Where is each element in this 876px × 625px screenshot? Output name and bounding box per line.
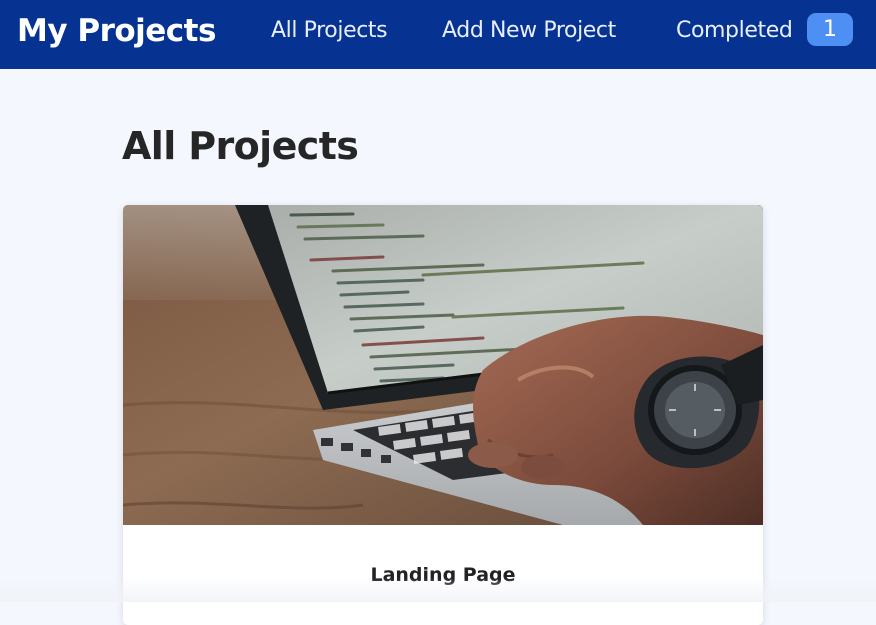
nav-all-projects[interactable]: All Projects — [271, 17, 388, 45]
nav-add-new-project[interactable]: Add New Project — [442, 17, 616, 45]
completed-count-badge[interactable]: 1 — [807, 13, 853, 46]
page-title: All Projects — [122, 124, 359, 168]
brand-logo-link[interactable]: My Projects — [17, 10, 216, 52]
nav-completed[interactable]: Completed — [676, 17, 793, 45]
project-card[interactable]: Landing Page — [123, 205, 763, 625]
project-title[interactable]: Landing Page — [123, 562, 763, 588]
top-navbar: My Projects All Projects Add New Project… — [0, 0, 876, 69]
project-image[interactable] — [123, 205, 763, 525]
